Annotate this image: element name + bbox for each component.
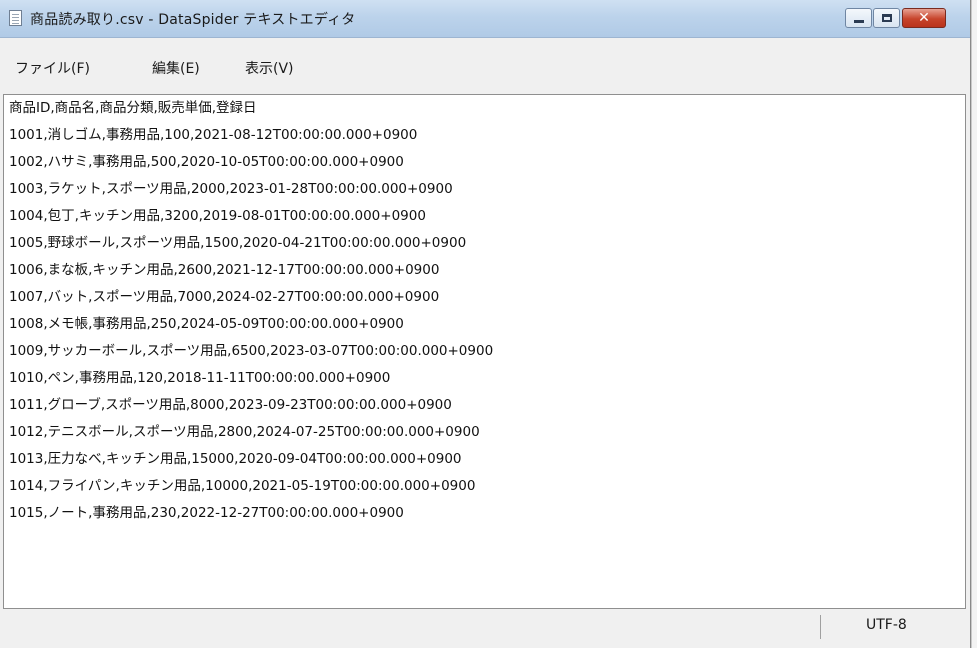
text-line: 1015,ノート,事務用品,230,2022-12-27T00:00:00.00… bbox=[9, 505, 404, 521]
text-line: 1011,グローブ,スポーツ用品,8000,2023-09-23T00:00:0… bbox=[9, 397, 452, 413]
text-line: 1007,バット,スポーツ用品,7000,2024-02-27T00:00:00… bbox=[9, 289, 440, 305]
text-line: 1012,テニスボール,スポーツ用品,2800,2024-07-25T00:00… bbox=[9, 424, 480, 440]
text-editor-window: 商品読み取り.csv - DataSpider テキストエディタ ✕ ファイル(… bbox=[0, 0, 971, 648]
text-content-area[interactable]: 商品ID,商品名,商品分類,販売単価,登録日 1001,消しゴム,事務用品,10… bbox=[3, 94, 966, 609]
status-bar: UTF-8 bbox=[0, 609, 970, 648]
text-line: 1005,野球ボール,スポーツ用品,1500,2020-04-21T00:00:… bbox=[9, 235, 467, 251]
text-line: 商品ID,商品名,商品分類,販売単価,登録日 bbox=[9, 100, 257, 116]
menu-file[interactable]: ファイル(F) bbox=[15, 58, 90, 78]
text-line: 1002,ハサミ,事務用品,500,2020-10-05T00:00:00.00… bbox=[9, 154, 404, 170]
text-line: 1008,メモ帳,事務用品,250,2024-05-09T00:00:00.00… bbox=[9, 316, 404, 332]
minimize-button[interactable] bbox=[845, 8, 872, 28]
title-bar[interactable]: 商品読み取り.csv - DataSpider テキストエディタ ✕ bbox=[0, 0, 970, 38]
maximize-button[interactable] bbox=[873, 8, 900, 28]
minimize-icon bbox=[854, 20, 864, 23]
status-divider bbox=[820, 615, 821, 639]
encoding-status: UTF-8 bbox=[866, 617, 907, 633]
text-line: 1010,ペン,事務用品,120,2018-11-11T00:00:00.000… bbox=[9, 370, 391, 386]
text-line: 1006,まな板,キッチン用品,2600,2021-12-17T00:00:00… bbox=[9, 262, 440, 278]
close-icon: ✕ bbox=[918, 10, 930, 26]
text-line: 1013,圧力なべ,キッチン用品,15000,2020-09-04T00:00:… bbox=[9, 451, 462, 467]
window-title: 商品読み取り.csv - DataSpider テキストエディタ bbox=[30, 12, 356, 28]
background-window-edge bbox=[971, 0, 977, 648]
text-line: 1009,サッカーボール,スポーツ用品,6500,2023-03-07T00:0… bbox=[9, 343, 494, 359]
text-line: 1004,包丁,キッチン用品,3200,2019-08-01T00:00:00.… bbox=[9, 208, 426, 224]
close-button[interactable]: ✕ bbox=[902, 8, 946, 28]
menu-bar: ファイル(F) 編集(E) 表示(V) bbox=[0, 38, 970, 94]
text-line: 1001,消しゴム,事務用品,100,2021-08-12T00:00:00.0… bbox=[9, 127, 418, 143]
menu-edit[interactable]: 編集(E) bbox=[152, 58, 200, 78]
maximize-icon bbox=[882, 14, 892, 22]
text-line: 1003,ラケット,スポーツ用品,2000,2023-01-28T00:00:0… bbox=[9, 181, 453, 197]
document-icon bbox=[9, 10, 22, 26]
menu-view[interactable]: 表示(V) bbox=[245, 58, 294, 78]
text-line: 1014,フライパン,キッチン用品,10000,2021-05-19T00:00… bbox=[9, 478, 476, 494]
